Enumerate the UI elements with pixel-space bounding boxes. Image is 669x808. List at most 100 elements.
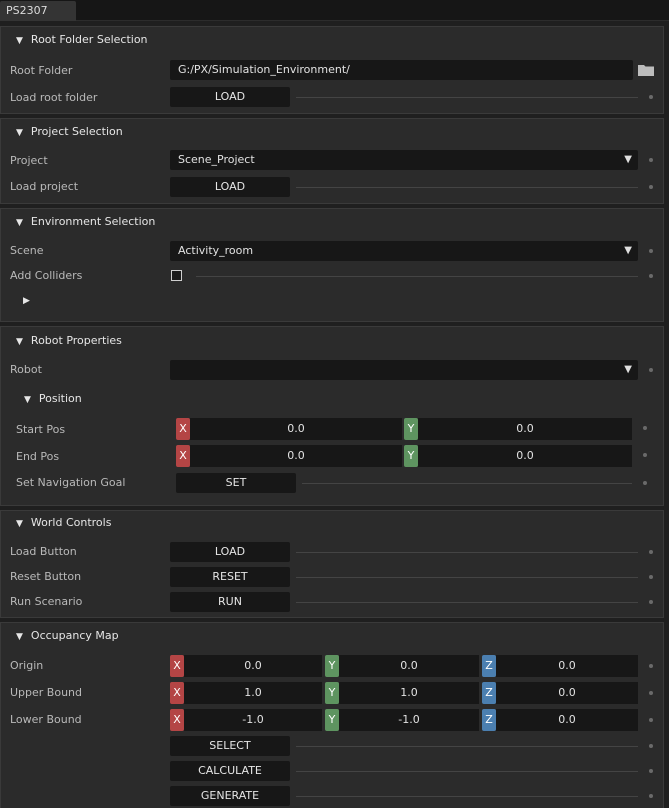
collapse-triangle-icon: ▼ (16, 632, 23, 642)
dropdown-arrow-icon: ▼ (624, 364, 632, 375)
reset-dot-icon[interactable] (649, 600, 653, 604)
upper-bound-y-field[interactable]: 1.0 (339, 682, 479, 704)
upper-bound-z-field[interactable]: 0.0 (496, 682, 638, 704)
y-axis-badge: Y (325, 709, 339, 731)
divider (296, 552, 638, 553)
root-folder-input[interactable]: G:/PX/Simulation_Environment/ (170, 60, 633, 80)
subsection-title: Position (38, 392, 82, 405)
tab-ps2307[interactable]: PS2307 (0, 1, 76, 21)
calculate-button[interactable]: CALCULATE (170, 761, 290, 781)
collapse-triangle-icon: ▼ (24, 395, 31, 405)
section-title: Root Folder Selection (30, 33, 148, 46)
reset-dot-icon[interactable] (643, 453, 647, 457)
section-title: Environment Selection (30, 215, 156, 228)
expand-triangle-icon[interactable]: ▶ (23, 296, 30, 306)
project-label: Project (10, 154, 48, 167)
end-pos-x-field[interactable]: 0.0 (190, 445, 402, 467)
project-selected-value: Scene_Project (178, 153, 255, 166)
origin-z-field[interactable]: 0.0 (496, 655, 638, 677)
section-title: Occupancy Map (30, 629, 119, 642)
divider (296, 746, 638, 747)
lower-bound-x-field[interactable]: -1.0 (184, 709, 322, 731)
divider (296, 796, 638, 797)
add-colliders-checkbox[interactable] (171, 270, 182, 281)
section-title: Robot Properties (30, 334, 122, 347)
run-scenario-button[interactable]: RUN (170, 592, 290, 612)
project-dropdown[interactable]: Scene_Project ▼ (170, 150, 638, 170)
divider (296, 97, 638, 98)
position-subsection-header[interactable]: ▼ Position (24, 390, 82, 408)
folder-icon[interactable] (638, 64, 654, 76)
reset-dot-icon[interactable] (643, 426, 647, 430)
reset-dot-icon[interactable] (649, 274, 653, 278)
origin-label: Origin (10, 659, 44, 672)
start-pos-label: Start Pos (16, 423, 66, 436)
load-button-label: Load Button (10, 545, 77, 558)
collapse-triangle-icon: ▼ (16, 36, 23, 46)
x-axis-badge: X (170, 709, 184, 731)
section-title: World Controls (30, 516, 112, 529)
x-axis-badge: X (176, 418, 190, 440)
reset-dot-icon[interactable] (649, 769, 653, 773)
world-controls-section-header[interactable]: ▼ World Controls (16, 514, 111, 532)
reset-dot-icon[interactable] (649, 718, 653, 722)
reset-dot-icon[interactable] (649, 95, 653, 99)
reset-dot-icon[interactable] (643, 481, 647, 485)
robot-section-header[interactable]: ▼ Robot Properties (16, 332, 122, 350)
end-pos-label: End Pos (16, 450, 60, 463)
upper-bound-label: Upper Bound (10, 686, 83, 699)
load-root-folder-button[interactable]: LOAD (170, 87, 290, 107)
scene-selected-value: Activity_room (178, 244, 254, 257)
divider (296, 602, 638, 603)
origin-y-field[interactable]: 0.0 (339, 655, 479, 677)
divider (196, 276, 638, 277)
upper-bound-x-field[interactable]: 1.0 (184, 682, 322, 704)
collapse-triangle-icon: ▼ (16, 128, 23, 138)
origin-x-field[interactable]: 0.0 (184, 655, 322, 677)
reset-dot-icon[interactable] (649, 691, 653, 695)
environment-section-header[interactable]: ▼ Environment Selection (16, 213, 155, 231)
reset-dot-icon[interactable] (649, 368, 653, 372)
reset-dot-icon[interactable] (649, 575, 653, 579)
load-root-folder-label: Load root folder (10, 91, 98, 104)
reset-dot-icon[interactable] (649, 249, 653, 253)
project-section-header[interactable]: ▼ Project Selection (16, 123, 123, 141)
collapse-triangle-icon: ▼ (16, 519, 23, 529)
select-button[interactable]: SELECT (170, 736, 290, 756)
start-pos-y-field[interactable]: 0.0 (418, 418, 632, 440)
y-axis-badge: Y (404, 418, 418, 440)
load-project-button[interactable]: LOAD (170, 177, 290, 197)
scene-dropdown[interactable]: Activity_room ▼ (170, 241, 638, 261)
collapse-triangle-icon: ▼ (16, 218, 23, 228)
robot-dropdown[interactable]: ▼ (170, 360, 638, 380)
lower-bound-z-field[interactable]: 0.0 (496, 709, 638, 731)
dropdown-arrow-icon: ▼ (624, 154, 632, 165)
end-pos-y-field[interactable]: 0.0 (418, 445, 632, 467)
scene-label: Scene (10, 244, 44, 257)
world-reset-button[interactable]: RESET (170, 567, 290, 587)
load-project-label: Load project (10, 180, 79, 193)
z-axis-badge: Z (482, 682, 496, 704)
reset-dot-icon[interactable] (649, 744, 653, 748)
set-navigation-goal-button[interactable]: SET (176, 473, 296, 493)
start-pos-x-field[interactable]: 0.0 (190, 418, 402, 440)
x-axis-badge: X (170, 682, 184, 704)
run-scenario-label: Run Scenario (10, 595, 83, 608)
occupancy-map-section-header[interactable]: ▼ Occupancy Map (16, 627, 119, 645)
root-folder-section-header[interactable]: ▼ Root Folder Selection (16, 31, 148, 49)
reset-dot-icon[interactable] (649, 550, 653, 554)
reset-dot-icon[interactable] (649, 794, 653, 798)
reset-dot-icon[interactable] (649, 185, 653, 189)
divider (296, 771, 638, 772)
reset-dot-icon[interactable] (649, 158, 653, 162)
z-axis-badge: Z (482, 655, 496, 677)
divider (302, 483, 632, 484)
y-axis-badge: Y (325, 682, 339, 704)
dropdown-arrow-icon: ▼ (624, 245, 632, 256)
generate-button[interactable]: GENERATE (170, 786, 290, 806)
reset-dot-icon[interactable] (649, 664, 653, 668)
lower-bound-y-field[interactable]: -1.0 (339, 709, 479, 731)
y-axis-badge: Y (404, 445, 418, 467)
world-load-button[interactable]: LOAD (170, 542, 290, 562)
x-axis-badge: X (170, 655, 184, 677)
